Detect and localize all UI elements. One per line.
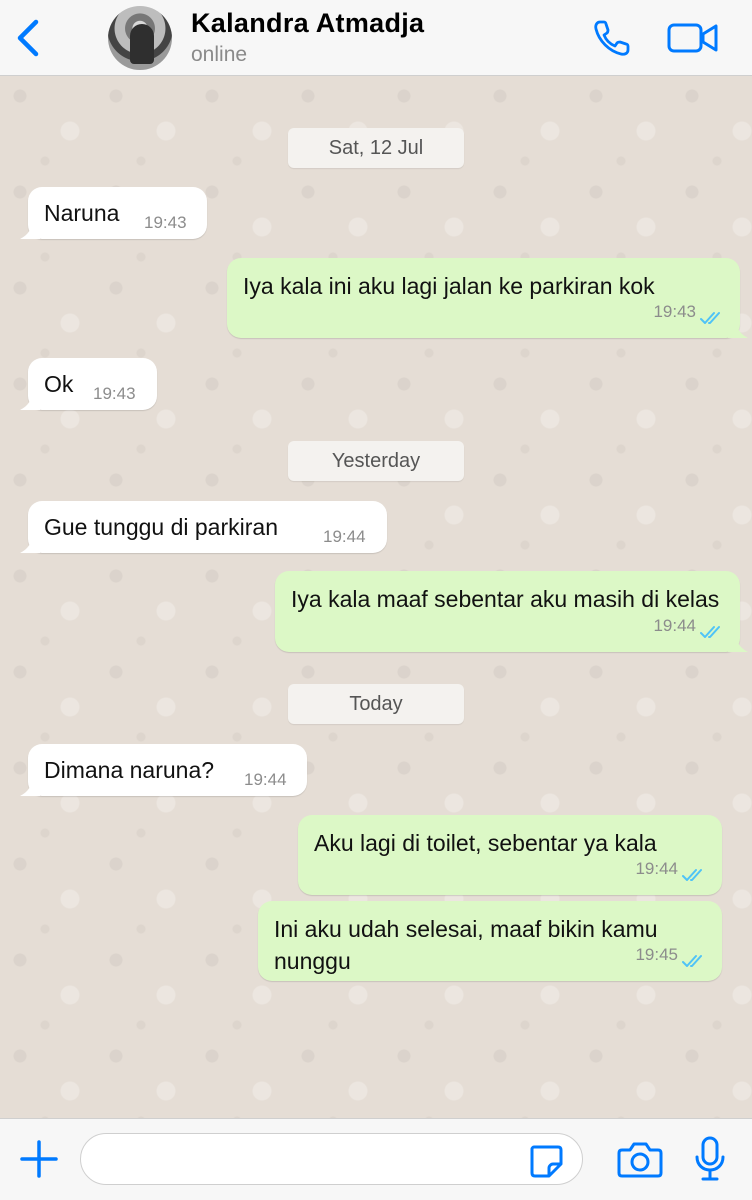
contact-status: online — [191, 43, 248, 66]
bubble-tail — [20, 392, 40, 410]
chat-header: Kalandra Atmadja online — [0, 0, 752, 76]
avatar[interactable] — [108, 6, 172, 70]
message-bubble-outgoing[interactable]: Ini aku udah selesai, maaf bikin kamu nu… — [258, 901, 722, 981]
video-camera-icon — [667, 23, 718, 53]
bubble-tail — [728, 320, 748, 338]
microphone-icon — [695, 1136, 725, 1181]
date-separator: Yesterday — [288, 441, 464, 481]
message-bubble-outgoing[interactable]: Aku lagi di toilet, sebentar ya kala 19:… — [298, 815, 722, 895]
message-text: Gue tunggu di parkiran — [44, 514, 278, 540]
message-time: 19:43 — [653, 302, 696, 321]
double-check-icon — [700, 312, 720, 324]
message-time: 19:43 — [144, 213, 187, 232]
message-time: 19:45 — [635, 945, 678, 964]
message-bubble-outgoing[interactable]: Iya kala maaf sebentar aku masih di kela… — [275, 571, 748, 652]
plus-icon — [20, 1140, 58, 1178]
bubble-tail — [20, 221, 40, 239]
message-bubble-incoming[interactable]: Gue tunggu di parkiran 19:44 — [20, 501, 387, 553]
video-call-button[interactable] — [666, 18, 720, 58]
camera-icon — [617, 1142, 663, 1178]
sticker-button[interactable] — [526, 1141, 566, 1181]
date-separator: Sat, 12 Jul — [288, 128, 464, 168]
message-time: 19:44 — [653, 616, 696, 635]
double-check-icon — [682, 955, 702, 967]
camera-button[interactable] — [616, 1137, 664, 1181]
message-time: 19:43 — [93, 384, 136, 403]
date-separator: Today — [288, 684, 464, 724]
message-bubble-outgoing[interactable]: Iya kala ini aku lagi jalan ke parkiran … — [227, 258, 748, 338]
message-time: 19:44 — [635, 859, 678, 878]
microphone-button[interactable] — [692, 1135, 728, 1183]
message-time: 19:44 — [244, 770, 287, 789]
message-bubble-incoming[interactable]: Dimana naruna? 19:44 — [20, 744, 307, 796]
message-time: 19:44 — [323, 527, 366, 546]
bubble-tail — [20, 778, 40, 796]
chat-area[interactable]: Sat, 12 Jul Naruna 19:43 Iya kala ini ak… — [0, 76, 752, 1118]
voice-call-button[interactable] — [590, 16, 634, 60]
contact-name[interactable]: Kalandra Atmadja — [191, 8, 424, 39]
bubble-tail — [20, 535, 40, 553]
bubble-tail — [728, 634, 748, 652]
composer-bar — [0, 1118, 752, 1200]
message-input[interactable] — [80, 1133, 583, 1185]
phone-icon — [594, 20, 630, 56]
avatar-figure — [130, 24, 154, 64]
message-text: Iya kala ini aku lagi jalan ke parkiran … — [243, 273, 655, 299]
message-bubble-incoming[interactable]: Naruna 19:43 — [20, 187, 207, 239]
message-bubble-incoming[interactable]: Ok 19:43 — [20, 358, 157, 410]
chevron-left-icon — [17, 19, 39, 57]
double-check-icon — [700, 626, 720, 638]
back-button[interactable] — [10, 14, 50, 62]
attach-button[interactable] — [18, 1138, 60, 1180]
double-check-icon — [682, 869, 702, 881]
sticker-icon — [530, 1145, 563, 1178]
